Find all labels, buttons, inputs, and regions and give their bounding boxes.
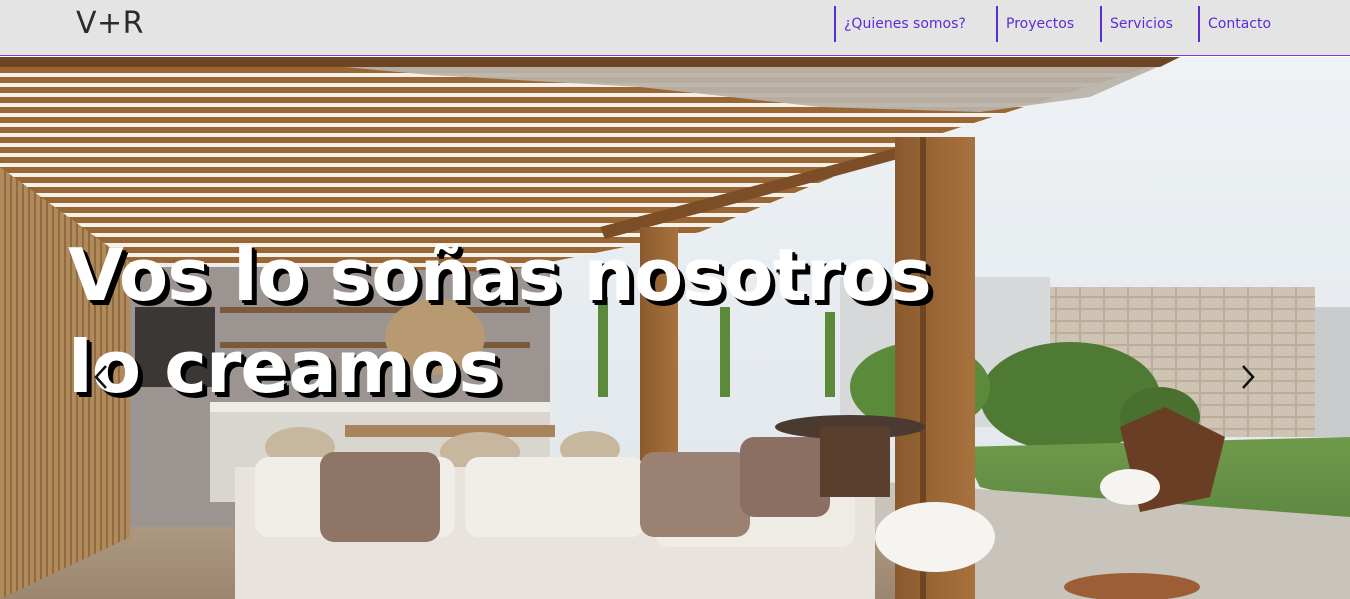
nav-link-proyectos[interactable]: Proyectos <box>996 6 1074 42</box>
carousel-next-button[interactable] <box>1233 357 1263 397</box>
nav-link-contacto[interactable]: Contacto <box>1198 6 1271 42</box>
nav-link-servicios[interactable]: Servicios <box>1100 6 1173 42</box>
brand-logo[interactable]: V+R <box>76 6 144 42</box>
chevron-left-icon <box>94 365 107 389</box>
navbar: V+R ¿Quienes somos? Proyectos Servicios … <box>0 0 1350 56</box>
carousel-prev-button[interactable] <box>86 357 116 397</box>
chevron-right-icon <box>1242 365 1255 389</box>
nav-link-quienes-somos[interactable]: ¿Quienes somos? <box>834 6 966 42</box>
hero-carousel: Vos lo soñas nosotros lo creamos <box>0 57 1350 599</box>
hero-headline: Vos lo soñas nosotros lo creamos <box>68 233 932 409</box>
